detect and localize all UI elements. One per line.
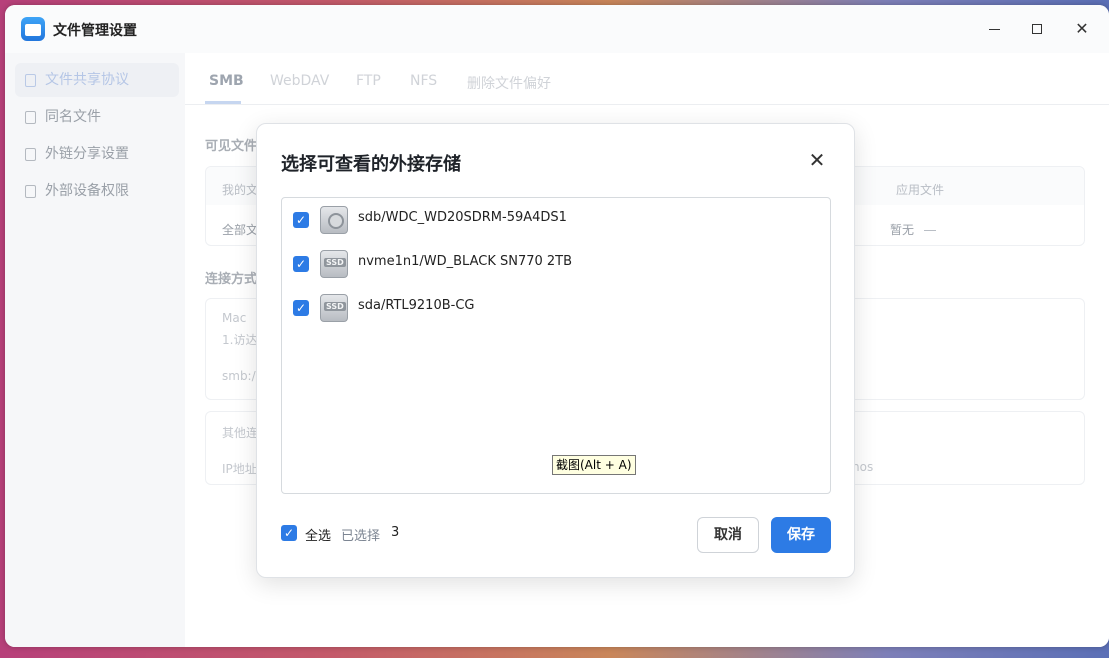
cancel-button[interactable]: 取消 <box>697 517 759 553</box>
file-icon <box>25 111 36 124</box>
visible-files-label: 可见文件 <box>205 139 258 154</box>
ssd-badge: SSD <box>324 302 346 311</box>
window-title: 文件管理设置 <box>53 23 137 39</box>
table-head-right: 应用文件 <box>896 183 945 197</box>
selected-count: 3 <box>391 525 400 540</box>
device-list: ✓ sdb/WDC_WD20SDRM-59A4DS1 ✓ SSD nvme1n1… <box>281 197 831 494</box>
sidebar-item-label: 外部设备权限 <box>45 183 129 199</box>
sidebar-item-external-device[interactable]: 外部设备权限 <box>15 174 179 208</box>
sidebar-item-label: 文件共享协议 <box>45 72 129 88</box>
mac-step: 1.访达 <box>222 333 258 347</box>
device-name: sdb/WDC_WD20SDRM-59A4DS1 <box>358 210 567 225</box>
edit-icon[interactable] <box>924 219 936 231</box>
sidebar-item-link-share[interactable]: 外链分享设置 <box>15 137 179 171</box>
save-button[interactable]: 保存 <box>771 517 831 553</box>
tab-bar: SMB WebDAV FTP NFS 删除文件偏好 <box>185 53 1109 105</box>
list-item[interactable]: ✓ SSD sda/RTL9210B-CG <box>282 286 830 330</box>
app-icon <box>21 17 45 41</box>
sidebar-item-label: 外链分享设置 <box>45 146 129 162</box>
ssd-icon: SSD <box>320 294 348 322</box>
tab-webdav[interactable]: WebDAV <box>270 73 329 89</box>
smb-address: smb:/ <box>222 369 256 383</box>
list-item[interactable]: ✓ SSD nvme1n1/WD_BLACK SN770 2TB <box>282 242 830 286</box>
mac-label: Mac <box>222 311 247 325</box>
nos-suffix: nos <box>852 460 874 474</box>
close-icon[interactable]: ✕ <box>807 150 827 170</box>
document-icon <box>25 74 36 87</box>
tab-ftp[interactable]: FTP <box>356 73 381 89</box>
hdd-icon <box>320 206 348 234</box>
share-icon <box>25 148 36 161</box>
selected-label: 已选择 <box>341 529 381 544</box>
dialog-title: 选择可查看的外接存储 <box>281 154 461 175</box>
table-head-left: 我的文 <box>222 183 259 197</box>
drive-icon <box>25 185 36 198</box>
tab-delete-preference[interactable]: 删除文件偏好 <box>467 73 551 93</box>
sidebar-item-file-sharing[interactable]: 文件共享协议 <box>15 63 179 97</box>
table-cell-right: 暂无 <box>890 223 915 237</box>
ip-label: IP地址 <box>222 462 257 476</box>
maximize-button[interactable] <box>1025 17 1049 41</box>
sidebar-item-label: 同名文件 <box>45 109 101 125</box>
window-close-button[interactable]: ✕ <box>1070 17 1094 41</box>
device-name: nvme1n1/WD_BLACK SN770 2TB <box>358 254 573 269</box>
device-checkbox[interactable]: ✓ <box>293 256 309 272</box>
title-bar: 文件管理设置 ✕ <box>5 5 1109 53</box>
connection-label: 连接方式 <box>205 272 258 287</box>
sidebar: 文件共享协议 同名文件 外链分享设置 外部设备权限 <box>5 53 183 647</box>
minimize-button[interactable] <box>982 17 1006 41</box>
select-all-label[interactable]: 全选 <box>305 525 331 544</box>
maximize-icon <box>1032 24 1042 34</box>
tab-smb[interactable]: SMB <box>209 73 244 89</box>
screenshot-tooltip: 截图(Alt + A) <box>552 455 636 475</box>
select-all-checkbox[interactable]: ✓ <box>281 525 297 541</box>
tab-nfs[interactable]: NFS <box>410 73 437 89</box>
other-label: 其他连 <box>222 426 259 440</box>
active-tab-indicator <box>205 101 241 104</box>
ssd-badge: SSD <box>324 258 346 267</box>
device-checkbox[interactable]: ✓ <box>293 212 309 228</box>
table-cell-left: 全部文 <box>222 223 259 237</box>
sidebar-item-same-name-files[interactable]: 同名文件 <box>15 100 179 134</box>
list-item[interactable]: ✓ sdb/WDC_WD20SDRM-59A4DS1 <box>282 198 830 242</box>
select-storage-dialog: 选择可查看的外接存储 ✕ ✓ sdb/WDC_WD20SDRM-59A4DS1 … <box>256 123 855 578</box>
ssd-icon: SSD <box>320 250 348 278</box>
minimize-icon <box>988 28 1000 30</box>
device-checkbox[interactable]: ✓ <box>293 300 309 316</box>
device-name: sda/RTL9210B-CG <box>358 298 475 313</box>
